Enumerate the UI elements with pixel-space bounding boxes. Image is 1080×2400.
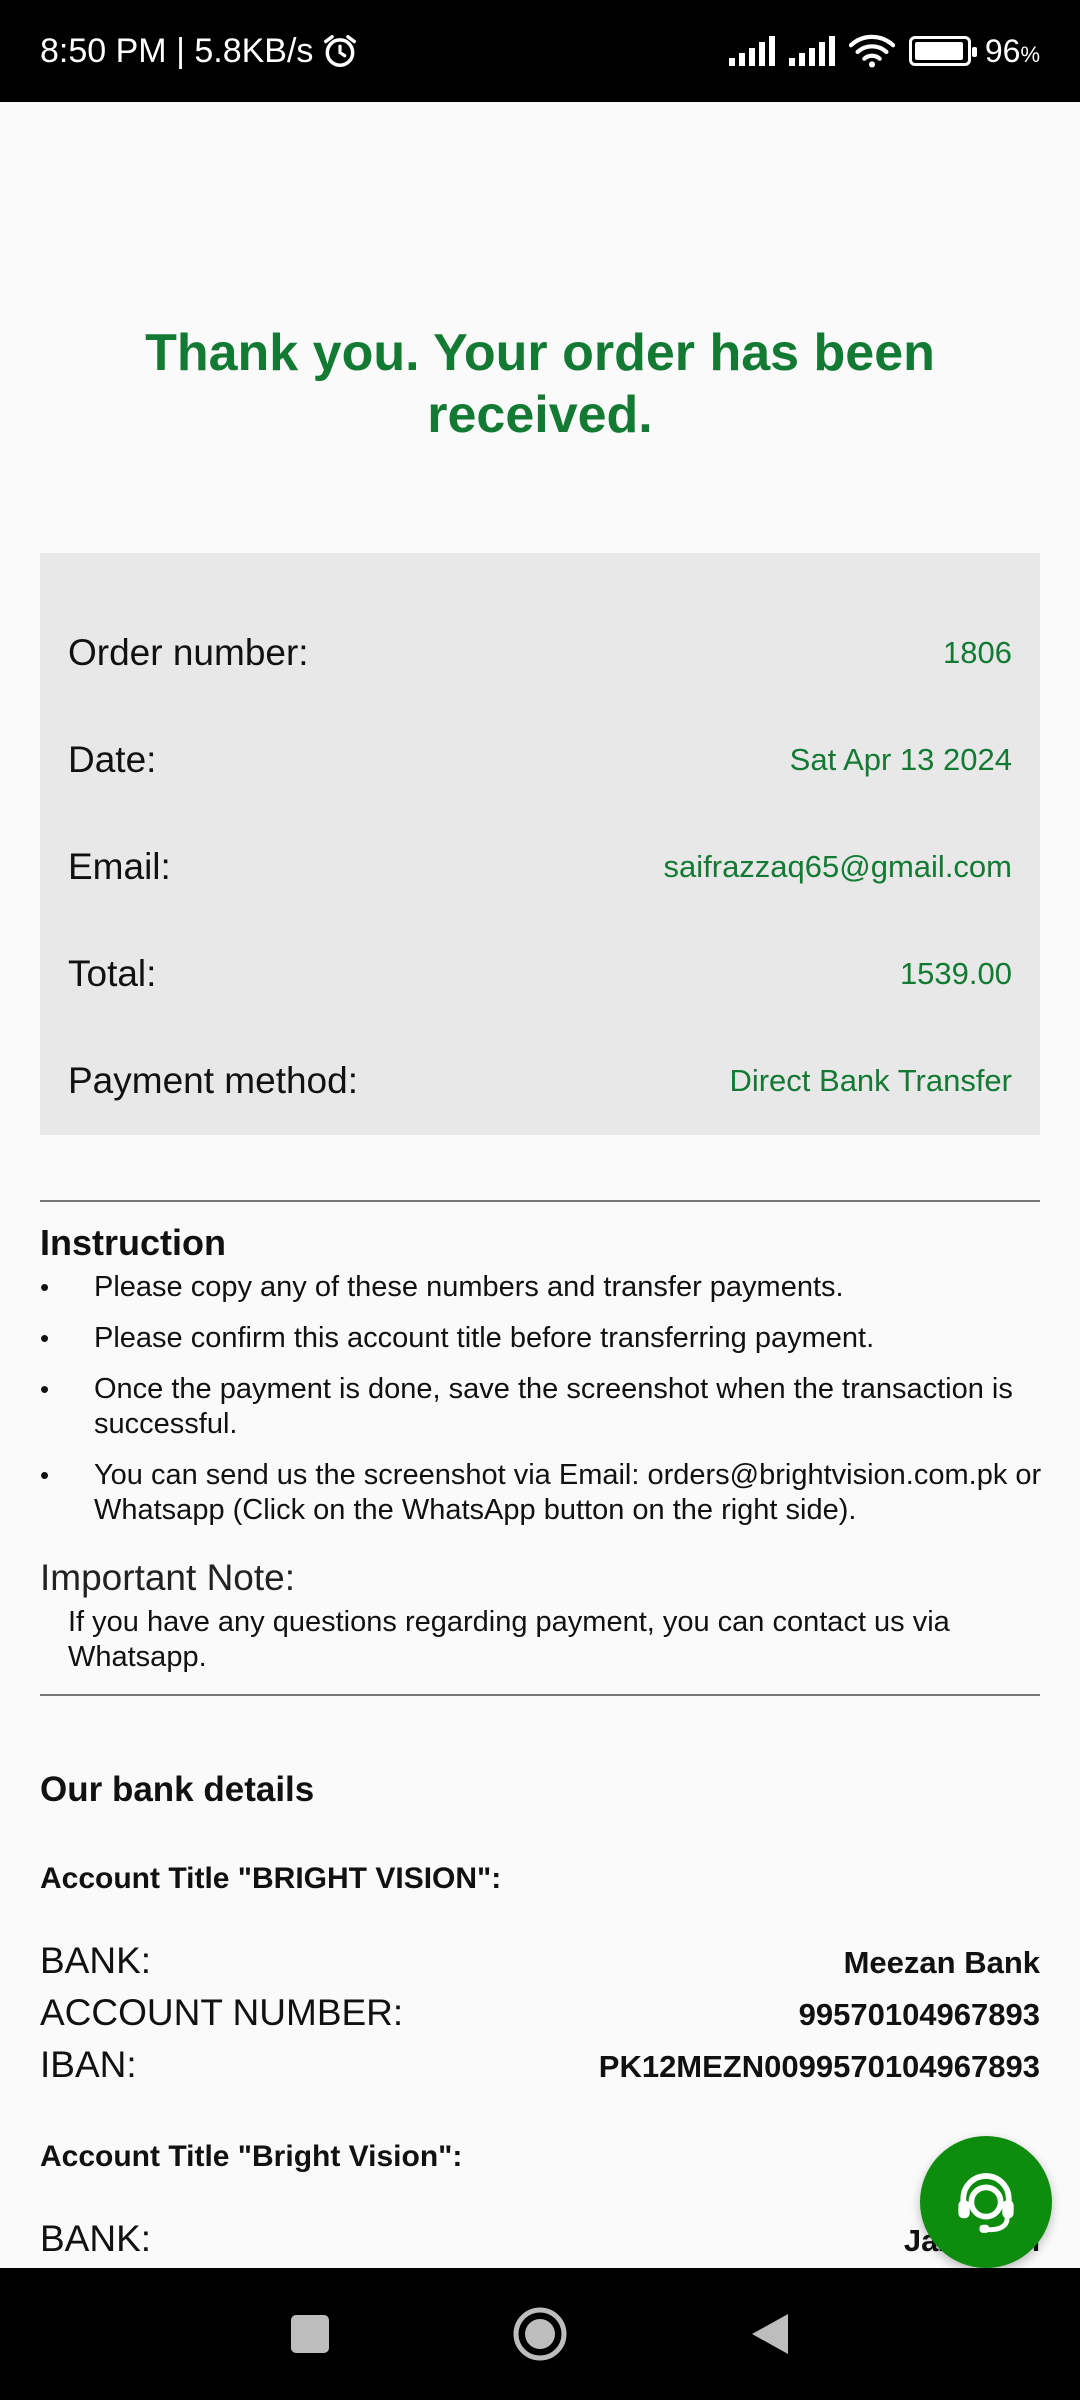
battery-value: 96	[984, 32, 1021, 69]
status-left: 8:50 PM | 5.8KB/s	[40, 32, 359, 71]
thank-you-heading: Thank you. Your order has been received.	[145, 324, 935, 444]
battery-icon	[908, 36, 977, 66]
iban-value: PK12MEZN0099570104967893	[598, 2049, 1040, 2084]
status-time-speed: 8:50 PM | 5.8KB/s	[40, 31, 314, 70]
bank-key: BANK:	[40, 2218, 152, 2259]
instruction-item: You can send us the screenshot via Email…	[40, 1458, 1050, 1528]
order-date-row: Date: Sat Apr 13 2024	[68, 706, 1012, 813]
order-total-value: 1539.00	[899, 955, 1012, 991]
account-number-key: ACCOUNT NUMBER:	[40, 1992, 404, 2033]
payment-method-row: Payment method: Direct Bank Transfer	[68, 1027, 1012, 1134]
instruction-item: Please copy any of these numbers and tra…	[40, 1270, 1050, 1305]
account-number-row: ACCOUNT NUMBER: 99570104967893	[40, 1992, 1040, 2034]
instruction-item: Once the payment is done, save the scree…	[40, 1372, 1050, 1442]
order-summary: Order number: 1806 Date: Sat Apr 13 2024…	[40, 553, 1040, 1135]
order-number-row: Order number: 1806	[68, 599, 1012, 706]
account-number-value: 99570104967893	[798, 1997, 1040, 2032]
order-email-row: Email: saifrazzaq65@gmail.com	[68, 813, 1012, 920]
order-email-value: saifrazzaq65@gmail.com	[663, 848, 1013, 884]
iban-key: IBAN:	[40, 2044, 137, 2085]
bank-key: BANK:	[40, 1940, 152, 1981]
divider	[40, 1694, 1040, 1696]
divider	[40, 1200, 1040, 1202]
alarm-icon	[324, 35, 357, 67]
wifi-icon	[848, 34, 895, 68]
order-total-label: Total:	[68, 952, 157, 994]
instructions-title: Instruction	[40, 1222, 226, 1263]
account-title: Account Title "Bright Vision":	[40, 2140, 463, 2173]
important-note-title: Important Note:	[40, 1557, 296, 1598]
order-email-label: Email:	[68, 845, 171, 887]
back-button[interactable]	[740, 2304, 800, 2364]
payment-method-value: Direct Bank Transfer	[729, 1062, 1012, 1098]
system-nav-bar	[0, 2268, 1080, 2400]
important-note-text: If you have any questions regarding paym…	[68, 1606, 950, 1673]
home-circle-icon	[513, 2307, 567, 2361]
home-button[interactable]	[510, 2304, 570, 2364]
instruction-item: Please confirm this account title before…	[40, 1321, 1050, 1356]
status-bar: 8:50 PM | 5.8KB/s 96%	[0, 0, 1080, 102]
battery-unit: %	[1020, 41, 1040, 67]
bank-row: BANK: Meezan Bank	[40, 1940, 1040, 1982]
signal-icon	[728, 36, 775, 66]
signal-icon	[788, 36, 835, 66]
instructions-list: Please copy any of these numbers and tra…	[40, 1270, 1050, 1544]
order-number-value: 1806	[943, 634, 1012, 670]
battery-fill	[914, 42, 963, 60]
account-title: Account Title "BRIGHT VISION":	[40, 1862, 502, 1895]
page-content[interactable]: Thank you. Your order has been received.…	[0, 102, 1080, 2268]
back-triangle-icon	[752, 2314, 788, 2354]
bank-row: BANK: Jazzcash	[40, 2218, 1040, 2260]
iban-row: IBAN: PK12MEZN0099570104967893	[40, 2044, 1040, 2086]
battery-percent: 96%	[985, 33, 1040, 70]
order-date-label: Date:	[68, 738, 157, 780]
order-total-row: Total: 1539.00	[68, 920, 1012, 1027]
order-date-value: Sat Apr 13 2024	[789, 741, 1012, 777]
whatsapp-support-button[interactable]	[920, 2136, 1052, 2268]
order-number-label: Order number:	[68, 631, 309, 673]
payment-method-label: Payment method:	[68, 1059, 358, 1101]
status-right: 96%	[728, 33, 1040, 70]
bank-value: Meezan Bank	[843, 1945, 1040, 1980]
support-headset-icon	[958, 2173, 1014, 2233]
bank-details-title: Our bank details	[40, 1770, 315, 1809]
recents-button[interactable]	[280, 2304, 340, 2364]
recents-square-icon	[291, 2315, 329, 2353]
